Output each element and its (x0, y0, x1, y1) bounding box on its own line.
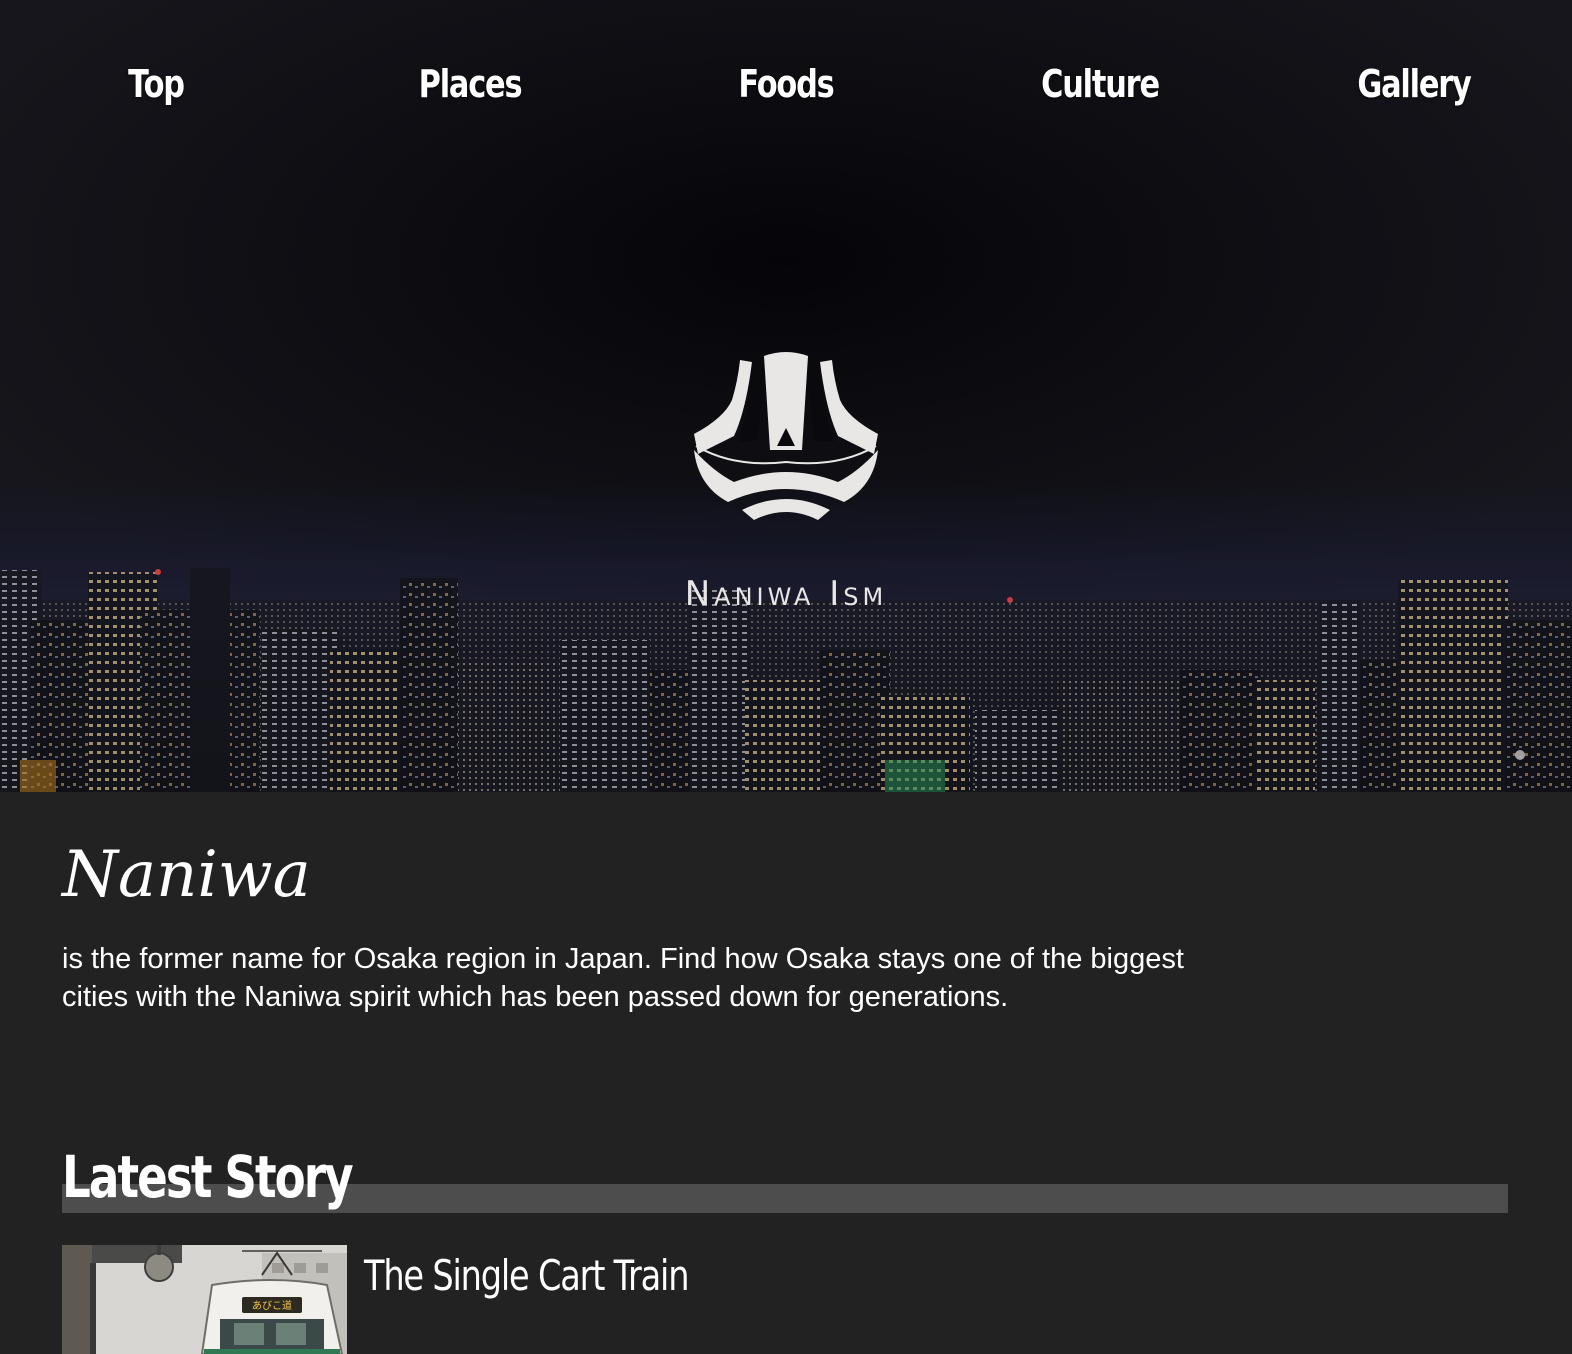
nav-gallery-link[interactable]: Gallery (1326, 62, 1502, 106)
hero-banner: Top Places Foods Culture Gallery Naniwa … (0, 0, 1572, 792)
nav-foods-link[interactable]: Foods (698, 62, 874, 106)
story-card[interactable]: あびこ道 The Single Cart Train (62, 1245, 962, 1354)
nav-places-link[interactable]: Places (382, 62, 558, 106)
intro-description: is the former name for Osaka region in J… (62, 943, 1184, 1013)
intro-title: Naniwa (62, 838, 311, 912)
logo-wordmark: Naniwa Ism (684, 574, 888, 614)
story-thumbnail-image[interactable]: あびこ道 (62, 1245, 347, 1354)
naniwa-ism-emblem-icon (694, 352, 878, 520)
nav-top-link[interactable]: Top (68, 62, 244, 106)
story-title[interactable]: The Single Cart Train (364, 1251, 689, 1300)
nav-culture-link[interactable]: Culture (1012, 62, 1188, 106)
latest-story-heading: Latest Story (62, 1143, 354, 1211)
main-nav: Top Places Foods Culture Gallery (0, 62, 1572, 126)
tram-sign-text: あびこ道 (252, 1299, 292, 1312)
